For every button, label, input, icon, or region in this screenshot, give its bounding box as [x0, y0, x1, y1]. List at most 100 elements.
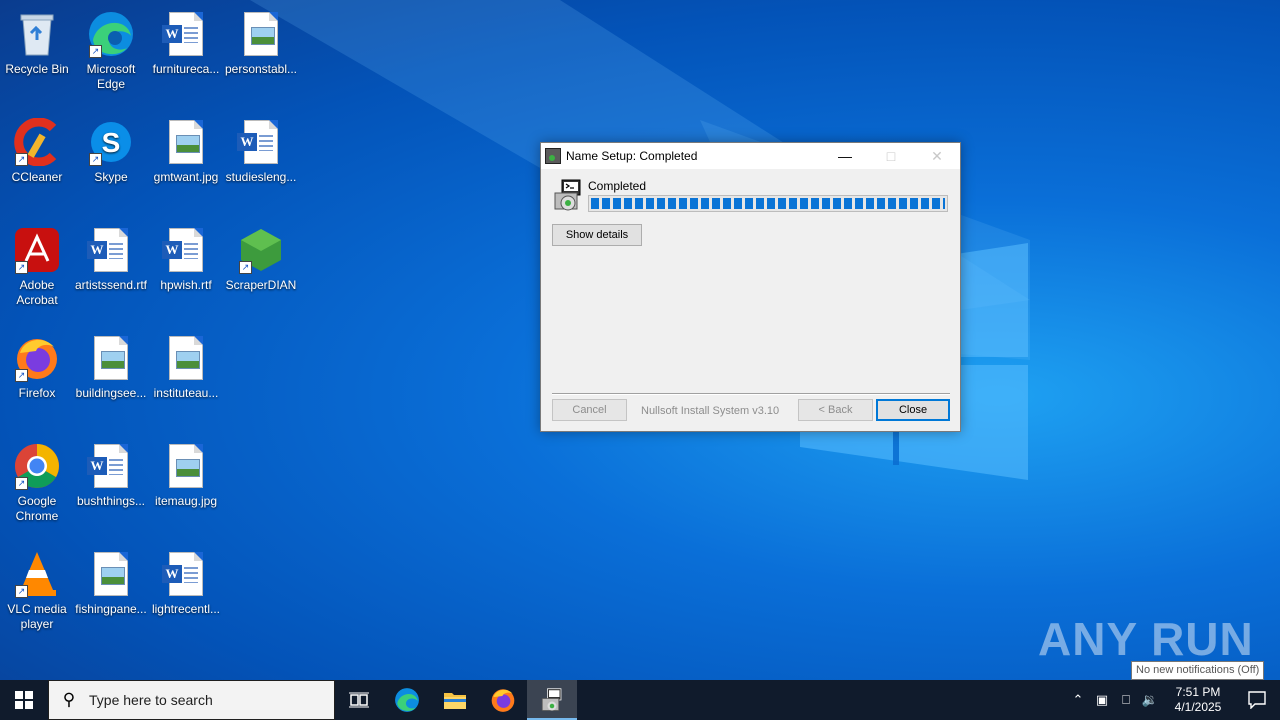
desktop-icon-label: bushthings... — [76, 494, 146, 508]
desktop-icon-label: CCleaner — [11, 170, 63, 184]
desktop-icon-label: gmtwant.jpg — [153, 170, 219, 184]
separator — [552, 393, 950, 395]
desktop-icon-label: instituteau... — [153, 386, 219, 400]
desktop-icon-google-chrome[interactable]: ↗ Google Chrome — [0, 436, 75, 524]
shortcut-arrow-icon: ↗ — [89, 153, 102, 166]
shortcut-arrow-icon: ↗ — [239, 261, 252, 274]
desktop-icon-gmtwant[interactable]: gmtwant.jpg — [148, 112, 224, 185]
image-file-icon — [162, 118, 210, 166]
desktop-icon-recycle-bin[interactable]: Recycle Bin — [0, 4, 75, 77]
desktop-icon-scraperdian[interactable]: ↗ ScraperDIAN — [223, 220, 299, 293]
progress-fill — [591, 198, 945, 209]
desktop-icon-ccleaner[interactable]: ↗ CCleaner — [0, 112, 75, 185]
taskbar: ⚲ Type here to search ⌃ ▣ ⎕ 🔉 7:51 PM 4/… — [0, 680, 1280, 720]
desktop-icon-itemaug[interactable]: itemaug.jpg — [148, 436, 224, 509]
task-view-button[interactable] — [335, 680, 383, 720]
chevron-up-icon[interactable]: ⌃ — [1066, 692, 1090, 708]
desktop-icon-hpwish[interactable]: W hpwish.rtf — [148, 220, 224, 293]
ccleaner-icon: ↗ — [13, 118, 61, 166]
desktop-icon-label: Recycle Bin — [5, 62, 69, 76]
desktop-icon-furnitureca[interactable]: W furnitureca... — [148, 4, 224, 77]
desktop-icon-personstabl[interactable]: personstabl... — [223, 4, 299, 77]
skype-icon: S ↗ — [87, 118, 135, 166]
clock-time: 7:51 PM — [1175, 685, 1221, 699]
desktop-icon-label: Google Chrome — [15, 494, 59, 523]
cancel-button: Cancel — [552, 399, 627, 421]
shortcut-arrow-icon: ↗ — [15, 585, 28, 598]
taskbar-edge[interactable] — [383, 680, 431, 720]
desktop-icon-instituteau[interactable]: instituteau... — [148, 328, 224, 401]
taskbar-installer[interactable] — [527, 680, 577, 720]
desktop-icon-label: fishingpane... — [75, 602, 147, 616]
search-placeholder: Type here to search — [89, 692, 213, 708]
desktop-icon-label: personstabl... — [224, 62, 298, 76]
installer-icon — [541, 688, 562, 711]
desktop-icon-label: buildingsee... — [75, 386, 147, 400]
installer-dialog: Name Setup: Completed — □ ✕ Completed Sh… — [540, 142, 961, 432]
dialog-title: Name Setup: Completed — [566, 149, 698, 163]
clock[interactable]: 7:51 PM 4/1/2025 — [1162, 685, 1234, 715]
scraper-icon: ↗ — [237, 226, 285, 274]
word-doc-icon: W — [162, 550, 210, 598]
installer-header-icon — [554, 179, 581, 211]
back-button: < Back — [798, 399, 873, 421]
notification-tooltip: No new notifications (Off) — [1131, 661, 1265, 680]
shortcut-arrow-icon: ↗ — [15, 477, 28, 490]
shortcut-arrow-icon: ↗ — [15, 369, 28, 382]
maximize-button: □ — [886, 148, 896, 164]
desktop-icon-fishingpane[interactable]: fishingpane... — [73, 544, 149, 617]
desktop-icon-label: VLC media player — [7, 602, 67, 631]
anyrun-watermark: ANY RUN — [1038, 613, 1254, 665]
image-file-icon — [87, 550, 135, 598]
clock-date: 4/1/2025 — [1174, 700, 1222, 714]
desktop-icon-lightrecentl[interactable]: W lightrecentl... — [148, 544, 224, 617]
desktop-icon-label: artistssend.rtf — [74, 278, 148, 292]
word-doc-icon: W — [162, 10, 210, 58]
desktop-icon-skype[interactable]: S ↗ Skype — [73, 112, 149, 185]
word-doc-icon: W — [87, 442, 135, 490]
close-button[interactable]: Close — [876, 399, 950, 421]
desktop-icon-studiesleng[interactable]: W studiesleng... — [223, 112, 299, 185]
taskbar-file-explorer[interactable] — [431, 680, 479, 720]
taskbar-firefox[interactable] — [479, 680, 527, 720]
desktop-icon-artistssend[interactable]: W artistssend.rtf — [73, 220, 149, 293]
word-doc-icon: W — [237, 118, 285, 166]
shortcut-arrow-icon: ↗ — [89, 45, 102, 58]
show-details-button[interactable]: Show details — [552, 224, 642, 246]
installer-icon — [545, 148, 561, 164]
desktop-icon-label: furnitureca... — [152, 62, 220, 76]
folder-icon — [444, 693, 466, 709]
svg-text:S: S — [102, 127, 121, 158]
desktop-icon-vlc[interactable]: ↗ VLC media player — [0, 544, 75, 632]
status-text: Completed — [588, 179, 647, 193]
word-doc-icon: W — [87, 226, 135, 274]
desktop-icon-edge[interactable]: ↗ Microsoft Edge — [73, 4, 149, 92]
notification-icon — [1248, 691, 1266, 709]
network-icon[interactable]: ⎕ — [1114, 692, 1138, 708]
meet-now-icon[interactable]: ▣ — [1090, 692, 1114, 708]
taskbar-search-box[interactable]: ⚲ Type here to search — [48, 680, 335, 720]
edge-icon — [395, 688, 419, 712]
start-button[interactable] — [0, 680, 48, 720]
firefox-icon — [491, 689, 515, 712]
search-icon: ⚲ — [62, 690, 76, 709]
desktop-icon-adobe-acrobat[interactable]: ↗ Adobe Acrobat — [0, 220, 75, 308]
windows-logo-icon — [15, 691, 33, 709]
dialog-titlebar[interactable]: Name Setup: Completed — □ ✕ — [541, 143, 960, 169]
desktop-icon-label: Skype — [94, 170, 128, 184]
action-center-button[interactable] — [1234, 680, 1280, 720]
shortcut-arrow-icon: ↗ — [15, 153, 28, 166]
progress-bar — [588, 195, 948, 212]
volume-icon[interactable]: 🔉 — [1138, 692, 1162, 708]
desktop-icon-label: hpwish.rtf — [160, 278, 212, 292]
image-file-icon — [87, 334, 135, 382]
desktop-icon-bushthings[interactable]: W bushthings... — [73, 436, 149, 509]
shortcut-arrow-icon: ↗ — [15, 261, 28, 274]
desktop-icon-firefox[interactable]: ↗ Firefox — [0, 328, 75, 401]
desktop-icon-label: ScraperDIAN — [225, 278, 297, 292]
desktop-icon-buildingsee[interactable]: buildingsee... — [73, 328, 149, 401]
acrobat-icon: ↗ — [13, 226, 61, 274]
minimize-button[interactable]: — — [822, 143, 868, 169]
firefox-icon: ↗ — [13, 334, 61, 382]
image-file-icon — [237, 10, 285, 58]
